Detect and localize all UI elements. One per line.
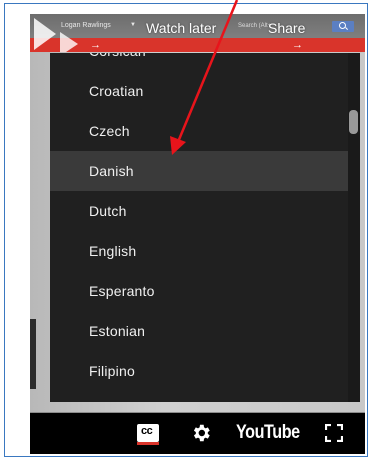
menu-scrollbar[interactable] [348,53,360,402]
user-name[interactable]: Logan Rawlings [61,22,111,29]
closed-captions-icon[interactable] [137,424,159,445]
youtube-logo[interactable]: YouTube [236,422,300,444]
fullscreen-icon[interactable] [325,424,343,442]
language-option-estonian[interactable]: Estonian [50,311,350,351]
player-controls: YouTube [30,413,365,454]
language-option-english[interactable]: English [50,231,350,271]
search-icon [339,22,346,29]
watch-later-button[interactable]: Watch later [146,20,216,36]
language-option-filipino[interactable]: Filipino [50,351,350,391]
share-button[interactable]: Share [268,20,305,36]
menu-scroll-thumb[interactable] [349,110,358,134]
language-option-dutch[interactable]: Dutch [50,191,350,231]
language-option-finnish[interactable]: Finnish [50,391,350,402]
language-option-corsican[interactable]: Corsican [50,53,350,71]
search-button[interactable] [332,21,354,32]
caption-language-menu[interactable]: CorsicanCroatianCzechDanishDutchEnglishE… [50,53,360,402]
chevron-down-icon[interactable]: ▼ [130,22,136,28]
language-list: CorsicanCroatianCzechDanishDutchEnglishE… [50,53,350,402]
language-option-czech[interactable]: Czech [50,111,350,151]
video-red-bar [30,38,365,52]
language-option-croatian[interactable]: Croatian [50,71,350,111]
language-option-danish[interactable]: Danish [50,151,350,191]
language-option-esperanto[interactable]: Esperanto [50,271,350,311]
gear-icon[interactable] [190,422,212,444]
search-input[interactable]: Search (Alt+ [238,23,271,29]
